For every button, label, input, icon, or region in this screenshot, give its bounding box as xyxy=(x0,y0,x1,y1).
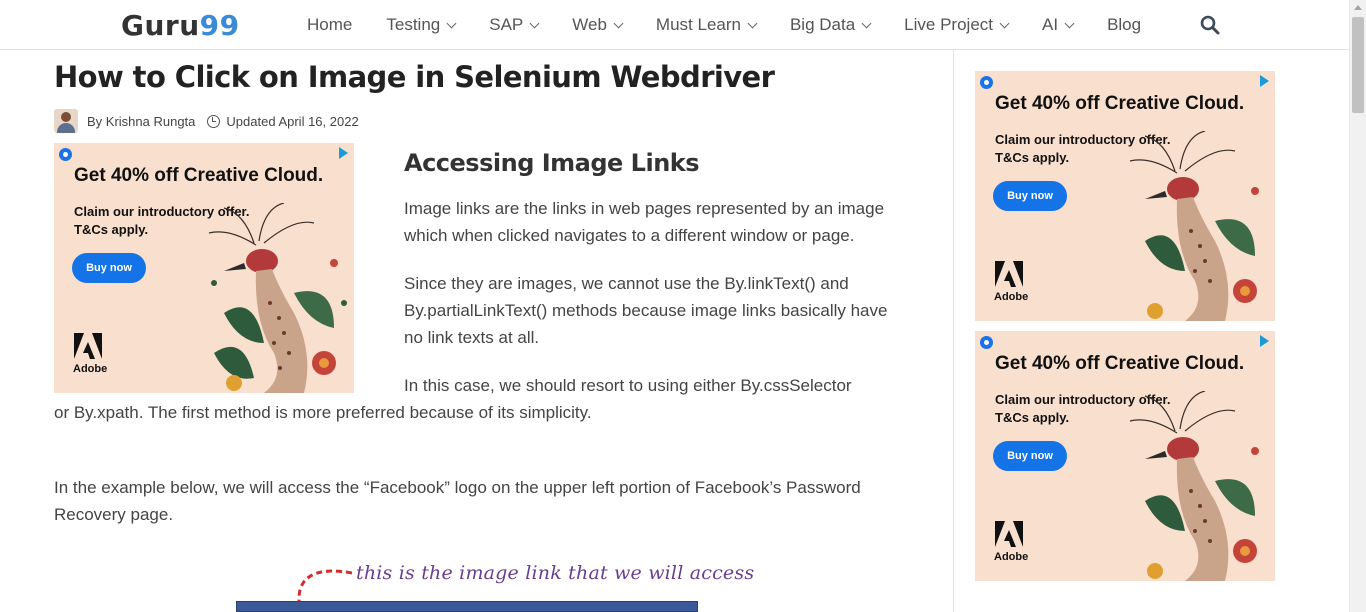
nav-item-sap[interactable]: SAP xyxy=(472,15,555,35)
nav-label: Home xyxy=(307,15,353,34)
nav-label: Must Learn xyxy=(655,15,741,34)
nav-label: Live Project xyxy=(904,15,993,34)
nav-label: AI xyxy=(1042,15,1059,34)
nav-item-testing[interactable]: Testing xyxy=(369,15,472,35)
advertisement-sidebar-top[interactable]: Get 40% off Creative Cloud. Claim our in… xyxy=(975,71,1275,321)
nav-item-home[interactable]: Home xyxy=(290,15,369,35)
section-heading: Accessing Image Links xyxy=(404,149,700,177)
paragraph: Since they are images, we cannot use the… xyxy=(404,274,888,347)
author-avatar[interactable] xyxy=(54,109,78,133)
site-logo[interactable]: Guru99 xyxy=(121,9,240,42)
chevron-down-icon xyxy=(529,18,540,28)
nav-label: SAP xyxy=(489,15,524,34)
site-header: Guru99 Home Testing SAP Web Must Learn B… xyxy=(0,0,1349,50)
nav-label: Web xyxy=(572,15,607,34)
nav-item-big-data[interactable]: Big Data xyxy=(773,15,887,35)
chevron-down-icon xyxy=(1064,18,1075,28)
content-divider xyxy=(953,50,954,612)
chevron-down-icon xyxy=(446,18,457,28)
clock-icon xyxy=(207,114,221,128)
bird-illustration-icon xyxy=(208,203,347,393)
nav-label: Blog xyxy=(1107,15,1142,34)
scroll-up-arrow-icon[interactable] xyxy=(1354,5,1362,10)
adobe-logo-icon xyxy=(995,521,1023,547)
bird-illustration-icon xyxy=(1129,391,1259,581)
article-meta: By Krishna Rungta Updated April 16, 2022 xyxy=(54,109,359,133)
nav-label: Testing xyxy=(386,15,441,34)
adobe-logo-icon xyxy=(74,333,102,359)
adchoices-icon[interactable] xyxy=(1260,335,1269,347)
ad-privacy-icon[interactable] xyxy=(59,148,72,161)
adchoices-icon[interactable] xyxy=(339,147,348,159)
author-name[interactable]: By Krishna Rungta xyxy=(87,114,195,129)
ad-buy-now-button[interactable]: Buy now xyxy=(72,253,146,283)
ad-headline: Get 40% off Creative Cloud. xyxy=(995,93,1245,114)
advertisement-inline[interactable]: Get 40% off Creative Cloud. Claim our in… xyxy=(54,143,354,393)
ad-headline: Get 40% off Creative Cloud. xyxy=(74,165,324,186)
chevron-down-icon xyxy=(999,18,1010,28)
chevron-down-icon xyxy=(861,18,872,28)
bird-illustration-icon xyxy=(1129,131,1259,321)
chevron-down-icon xyxy=(613,18,624,28)
adobe-logo-icon xyxy=(995,261,1023,287)
scrollbar-thumb[interactable] xyxy=(1352,17,1364,113)
logo-primary: Guru xyxy=(121,9,200,42)
image-annotation: this is the image link that we will acce… xyxy=(356,562,755,584)
main-nav: Home Testing SAP Web Must Learn Big Data… xyxy=(290,0,1158,50)
nav-item-web[interactable]: Web xyxy=(555,15,639,35)
paragraph: In the example below, we will access the… xyxy=(54,478,861,524)
paragraph: Image links are the links in web pages r… xyxy=(404,199,885,245)
ad-privacy-icon[interactable] xyxy=(980,76,993,89)
advertisement-sidebar-bottom[interactable]: Get 40% off Creative Cloud. Claim our in… xyxy=(975,331,1275,581)
page-scrollbar[interactable] xyxy=(1349,0,1366,612)
search-icon[interactable] xyxy=(1200,15,1220,35)
adchoices-icon[interactable] xyxy=(1260,75,1269,87)
nav-item-ai[interactable]: AI xyxy=(1025,15,1090,35)
ad-buy-now-button[interactable]: Buy now xyxy=(993,181,1067,211)
ad-brand: Adobe xyxy=(994,291,1029,303)
paragraph: In this case, we should resort to using … xyxy=(54,376,852,422)
updated-date: Updated April 16, 2022 xyxy=(226,113,359,129)
ad-headline: Get 40% off Creative Cloud. xyxy=(995,353,1245,374)
chevron-down-icon xyxy=(747,18,758,28)
page-title: How to Click on Image in Selenium Webdri… xyxy=(54,60,775,94)
ad-brand: Adobe xyxy=(994,551,1029,563)
ad-privacy-icon[interactable] xyxy=(980,336,993,349)
nav-label: Big Data xyxy=(789,15,856,34)
logo-accent: 99 xyxy=(199,9,240,42)
ad-buy-now-button[interactable]: Buy now xyxy=(993,441,1067,471)
facebook-screenshot-image xyxy=(236,601,698,612)
nav-item-live-project[interactable]: Live Project xyxy=(887,15,1025,35)
nav-item-blog[interactable]: Blog xyxy=(1090,15,1158,35)
nav-item-must-learn[interactable]: Must Learn xyxy=(639,15,773,35)
